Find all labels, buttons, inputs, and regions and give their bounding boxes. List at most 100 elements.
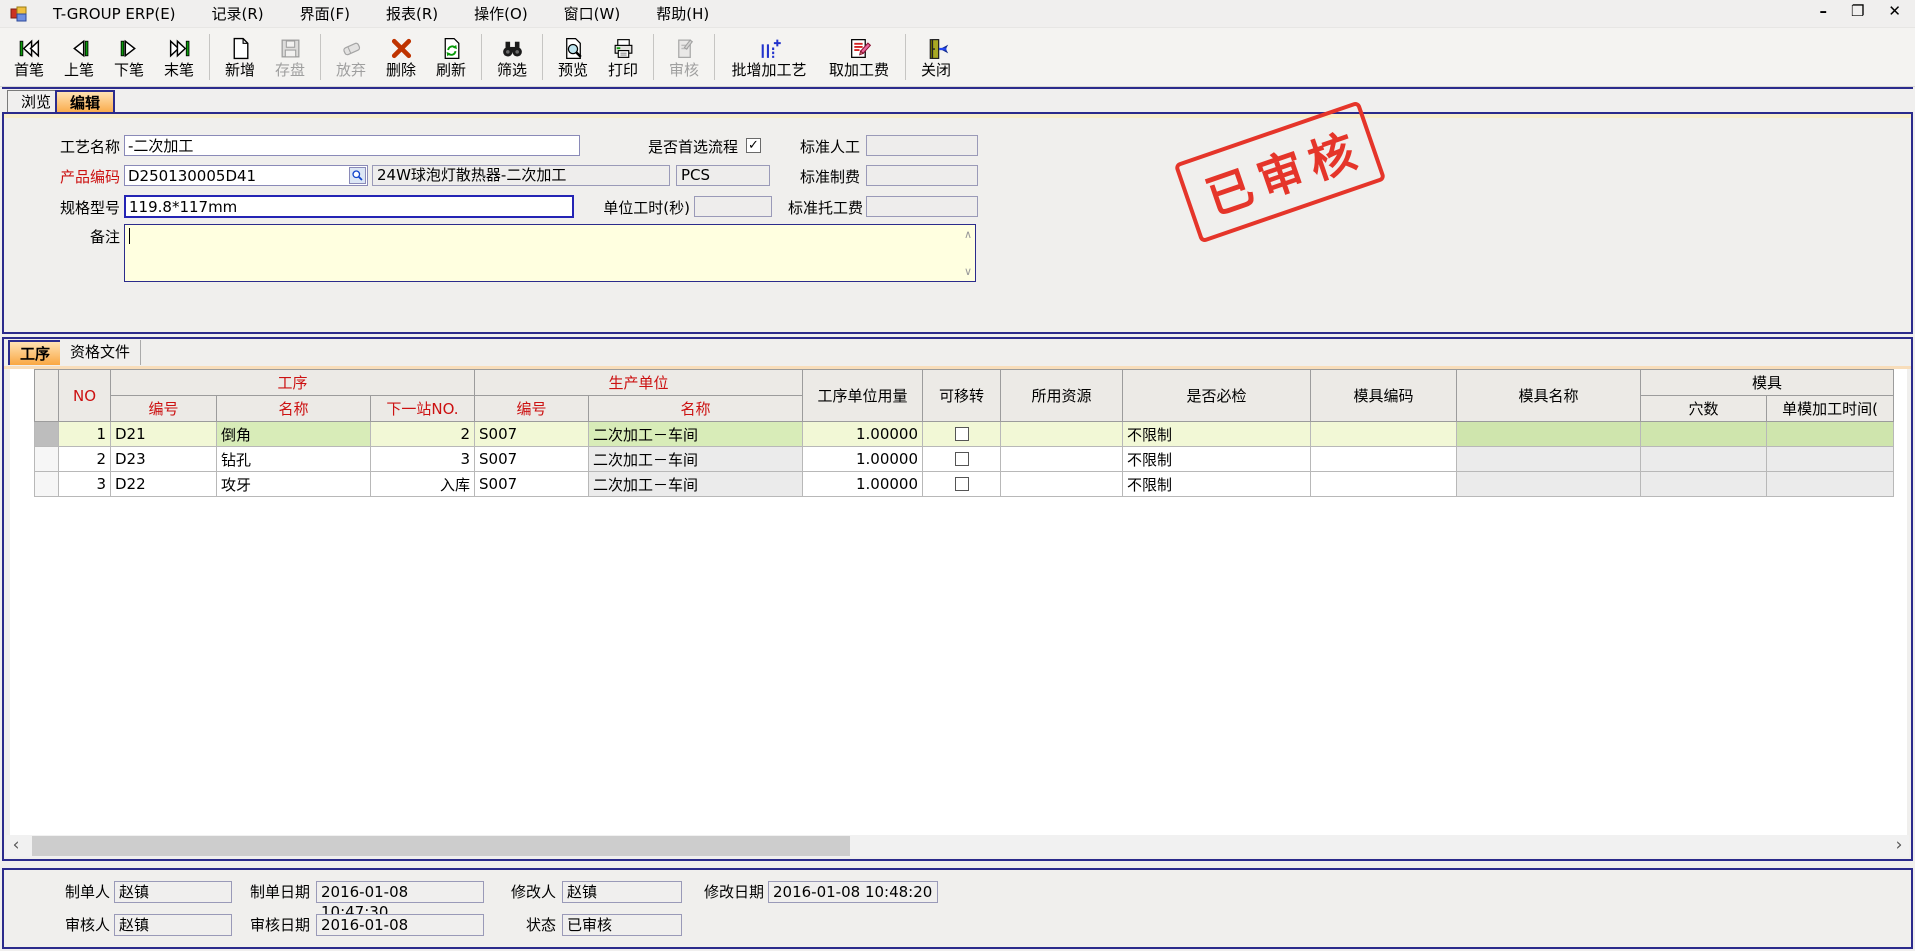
menu-window[interactable]: 窗口(W) bbox=[564, 3, 621, 24]
col-op-code[interactable]: 编号 bbox=[111, 396, 217, 422]
menu-record[interactable]: 记录(R) bbox=[212, 3, 264, 24]
menu-app[interactable]: T-GROUP ERP(E) bbox=[53, 5, 176, 23]
toolbar-batch-add-process-button[interactable]: 批增加工艺 bbox=[720, 29, 818, 85]
cell-mold-time[interactable] bbox=[1767, 422, 1894, 447]
toolbar-preview-button[interactable]: 预览 bbox=[548, 29, 598, 85]
row-selector[interactable] bbox=[35, 472, 59, 497]
cell-unit-name[interactable]: 二次加工－车间 bbox=[589, 472, 803, 497]
col-no[interactable]: NO bbox=[59, 370, 111, 422]
toolbar-refresh-button[interactable]: 刷新 bbox=[426, 29, 476, 85]
scrollbar-thumb[interactable] bbox=[32, 836, 850, 856]
cell-op-code[interactable]: D21 bbox=[111, 422, 217, 447]
cell-unit-name[interactable]: 二次加工－车间 bbox=[589, 447, 803, 472]
cell-must-check[interactable]: 不限制 bbox=[1123, 447, 1311, 472]
cell-no[interactable]: 2 bbox=[59, 447, 111, 472]
cell-must-check[interactable]: 不限制 bbox=[1123, 422, 1311, 447]
preferred-flow-checkbox[interactable] bbox=[746, 138, 761, 153]
product-code-input[interactable] bbox=[124, 165, 368, 186]
cell-movable[interactable] bbox=[923, 447, 1001, 472]
cell-mold-name[interactable] bbox=[1457, 472, 1641, 497]
row-selector[interactable] bbox=[35, 422, 59, 447]
product-lookup-button[interactable] bbox=[349, 167, 366, 184]
cell-mold-name[interactable] bbox=[1457, 447, 1641, 472]
col-cavity[interactable]: 穴数 bbox=[1641, 396, 1767, 422]
cell-cavity[interactable] bbox=[1641, 447, 1767, 472]
col-unit-code[interactable]: 编号 bbox=[475, 396, 589, 422]
cell-cavity[interactable] bbox=[1641, 422, 1767, 447]
menu-operation[interactable]: 操作(O) bbox=[474, 3, 528, 24]
remarks-textarea[interactable] bbox=[126, 226, 959, 280]
col-must-check[interactable]: 是否必检 bbox=[1123, 370, 1311, 422]
cell-must-check[interactable]: 不限制 bbox=[1123, 472, 1311, 497]
table-row[interactable]: 3 D22 攻牙 入库 S007 二次加工－车间 1.00000 不限制 bbox=[35, 472, 1894, 497]
cell-next[interactable]: 入库 bbox=[371, 472, 475, 497]
menu-help[interactable]: 帮助(H) bbox=[656, 3, 709, 24]
cell-next[interactable]: 2 bbox=[371, 422, 475, 447]
cell-qty[interactable]: 1.00000 bbox=[803, 447, 923, 472]
toolbar-new-button[interactable]: 新增 bbox=[215, 29, 265, 85]
scroll-down-icon[interactable]: ∨ bbox=[964, 266, 972, 277]
col-unit-name[interactable]: 名称 bbox=[589, 396, 803, 422]
cell-unit-code[interactable]: S007 bbox=[475, 422, 589, 447]
col-resource[interactable]: 所用资源 bbox=[1001, 370, 1123, 422]
table-row[interactable]: 2 D23 钻孔 3 S007 二次加工－车间 1.00000 不限制 bbox=[35, 447, 1894, 472]
cell-qty[interactable]: 1.00000 bbox=[803, 472, 923, 497]
menu-interface[interactable]: 界面(F) bbox=[300, 3, 350, 24]
col-op-name[interactable]: 名称 bbox=[217, 396, 371, 422]
col-next-station[interactable]: 下一站NO. bbox=[371, 396, 475, 422]
menu-report[interactable]: 报表(R) bbox=[386, 3, 438, 24]
toolbar-last-record-button[interactable]: 末笔 bbox=[154, 29, 204, 85]
cell-no[interactable]: 3 bbox=[59, 472, 111, 497]
cell-op-code[interactable]: D22 bbox=[111, 472, 217, 497]
cell-mold-time[interactable] bbox=[1767, 472, 1894, 497]
toolbar-close-button[interactable]: 关闭 bbox=[911, 29, 961, 85]
tab-edit[interactable]: 编辑 bbox=[55, 90, 115, 114]
table-row[interactable]: 1 D21 倒角 2 S007 二次加工－车间 1.00000 不限制 bbox=[35, 422, 1894, 447]
toolbar-filter-button[interactable]: 筛选 bbox=[487, 29, 537, 85]
col-mold-name[interactable]: 模具名称 bbox=[1457, 370, 1641, 422]
toolbar-first-record-button[interactable]: 首笔 bbox=[4, 29, 54, 85]
cell-mold-name[interactable] bbox=[1457, 422, 1641, 447]
process-name-input[interactable] bbox=[124, 135, 580, 156]
scroll-right-icon[interactable]: › bbox=[1889, 835, 1909, 857]
cell-op-name[interactable]: 倒角 bbox=[217, 422, 371, 447]
cell-mold-code[interactable] bbox=[1311, 472, 1457, 497]
spec-input[interactable] bbox=[124, 195, 574, 218]
cell-op-name[interactable]: 攻牙 bbox=[217, 472, 371, 497]
cell-cavity[interactable] bbox=[1641, 472, 1767, 497]
cell-resource[interactable] bbox=[1001, 447, 1123, 472]
scroll-left-icon[interactable]: ‹ bbox=[6, 835, 26, 857]
cell-movable[interactable] bbox=[923, 472, 1001, 497]
cell-resource[interactable] bbox=[1001, 472, 1123, 497]
minimize-button[interactable]: – bbox=[1819, 2, 1827, 20]
col-mold-code[interactable]: 模具编码 bbox=[1311, 370, 1457, 422]
movable-checkbox[interactable] bbox=[955, 427, 969, 441]
restore-button[interactable]: ❐ bbox=[1851, 2, 1864, 20]
cell-unit-code[interactable]: S007 bbox=[475, 472, 589, 497]
scroll-up-icon[interactable]: ∧ bbox=[964, 229, 972, 240]
toolbar-print-button[interactable]: 打印 bbox=[598, 29, 648, 85]
close-button[interactable]: ✕ bbox=[1888, 2, 1901, 20]
cell-mold-code[interactable] bbox=[1311, 447, 1457, 472]
toolbar-next-record-button[interactable]: 下笔 bbox=[104, 29, 154, 85]
movable-checkbox[interactable] bbox=[955, 477, 969, 491]
row-selector[interactable] bbox=[35, 447, 59, 472]
cell-next[interactable]: 3 bbox=[371, 447, 475, 472]
cell-unit-code[interactable]: S007 bbox=[475, 447, 589, 472]
cell-mold-code[interactable] bbox=[1311, 422, 1457, 447]
cell-unit-name[interactable]: 二次加工－车间 bbox=[589, 422, 803, 447]
cell-qty[interactable]: 1.00000 bbox=[803, 422, 923, 447]
cell-op-name[interactable]: 钻孔 bbox=[217, 447, 371, 472]
tab-process[interactable]: 工序 bbox=[8, 340, 62, 365]
col-qty[interactable]: 工序单位用量 bbox=[803, 370, 923, 422]
col-mold-time[interactable]: 单模加工时间( bbox=[1767, 396, 1894, 422]
cell-resource[interactable] bbox=[1001, 422, 1123, 447]
toolbar-prev-record-button[interactable]: 上笔 bbox=[54, 29, 104, 85]
cell-mold-time[interactable] bbox=[1767, 447, 1894, 472]
movable-checkbox[interactable] bbox=[955, 452, 969, 466]
cell-no[interactable]: 1 bbox=[59, 422, 111, 447]
cell-movable[interactable] bbox=[923, 422, 1001, 447]
cell-op-code[interactable]: D23 bbox=[111, 447, 217, 472]
horizontal-scrollbar[interactable]: ‹ › bbox=[6, 835, 1909, 857]
tab-qualification-docs[interactable]: 资格文件 bbox=[60, 340, 141, 365]
